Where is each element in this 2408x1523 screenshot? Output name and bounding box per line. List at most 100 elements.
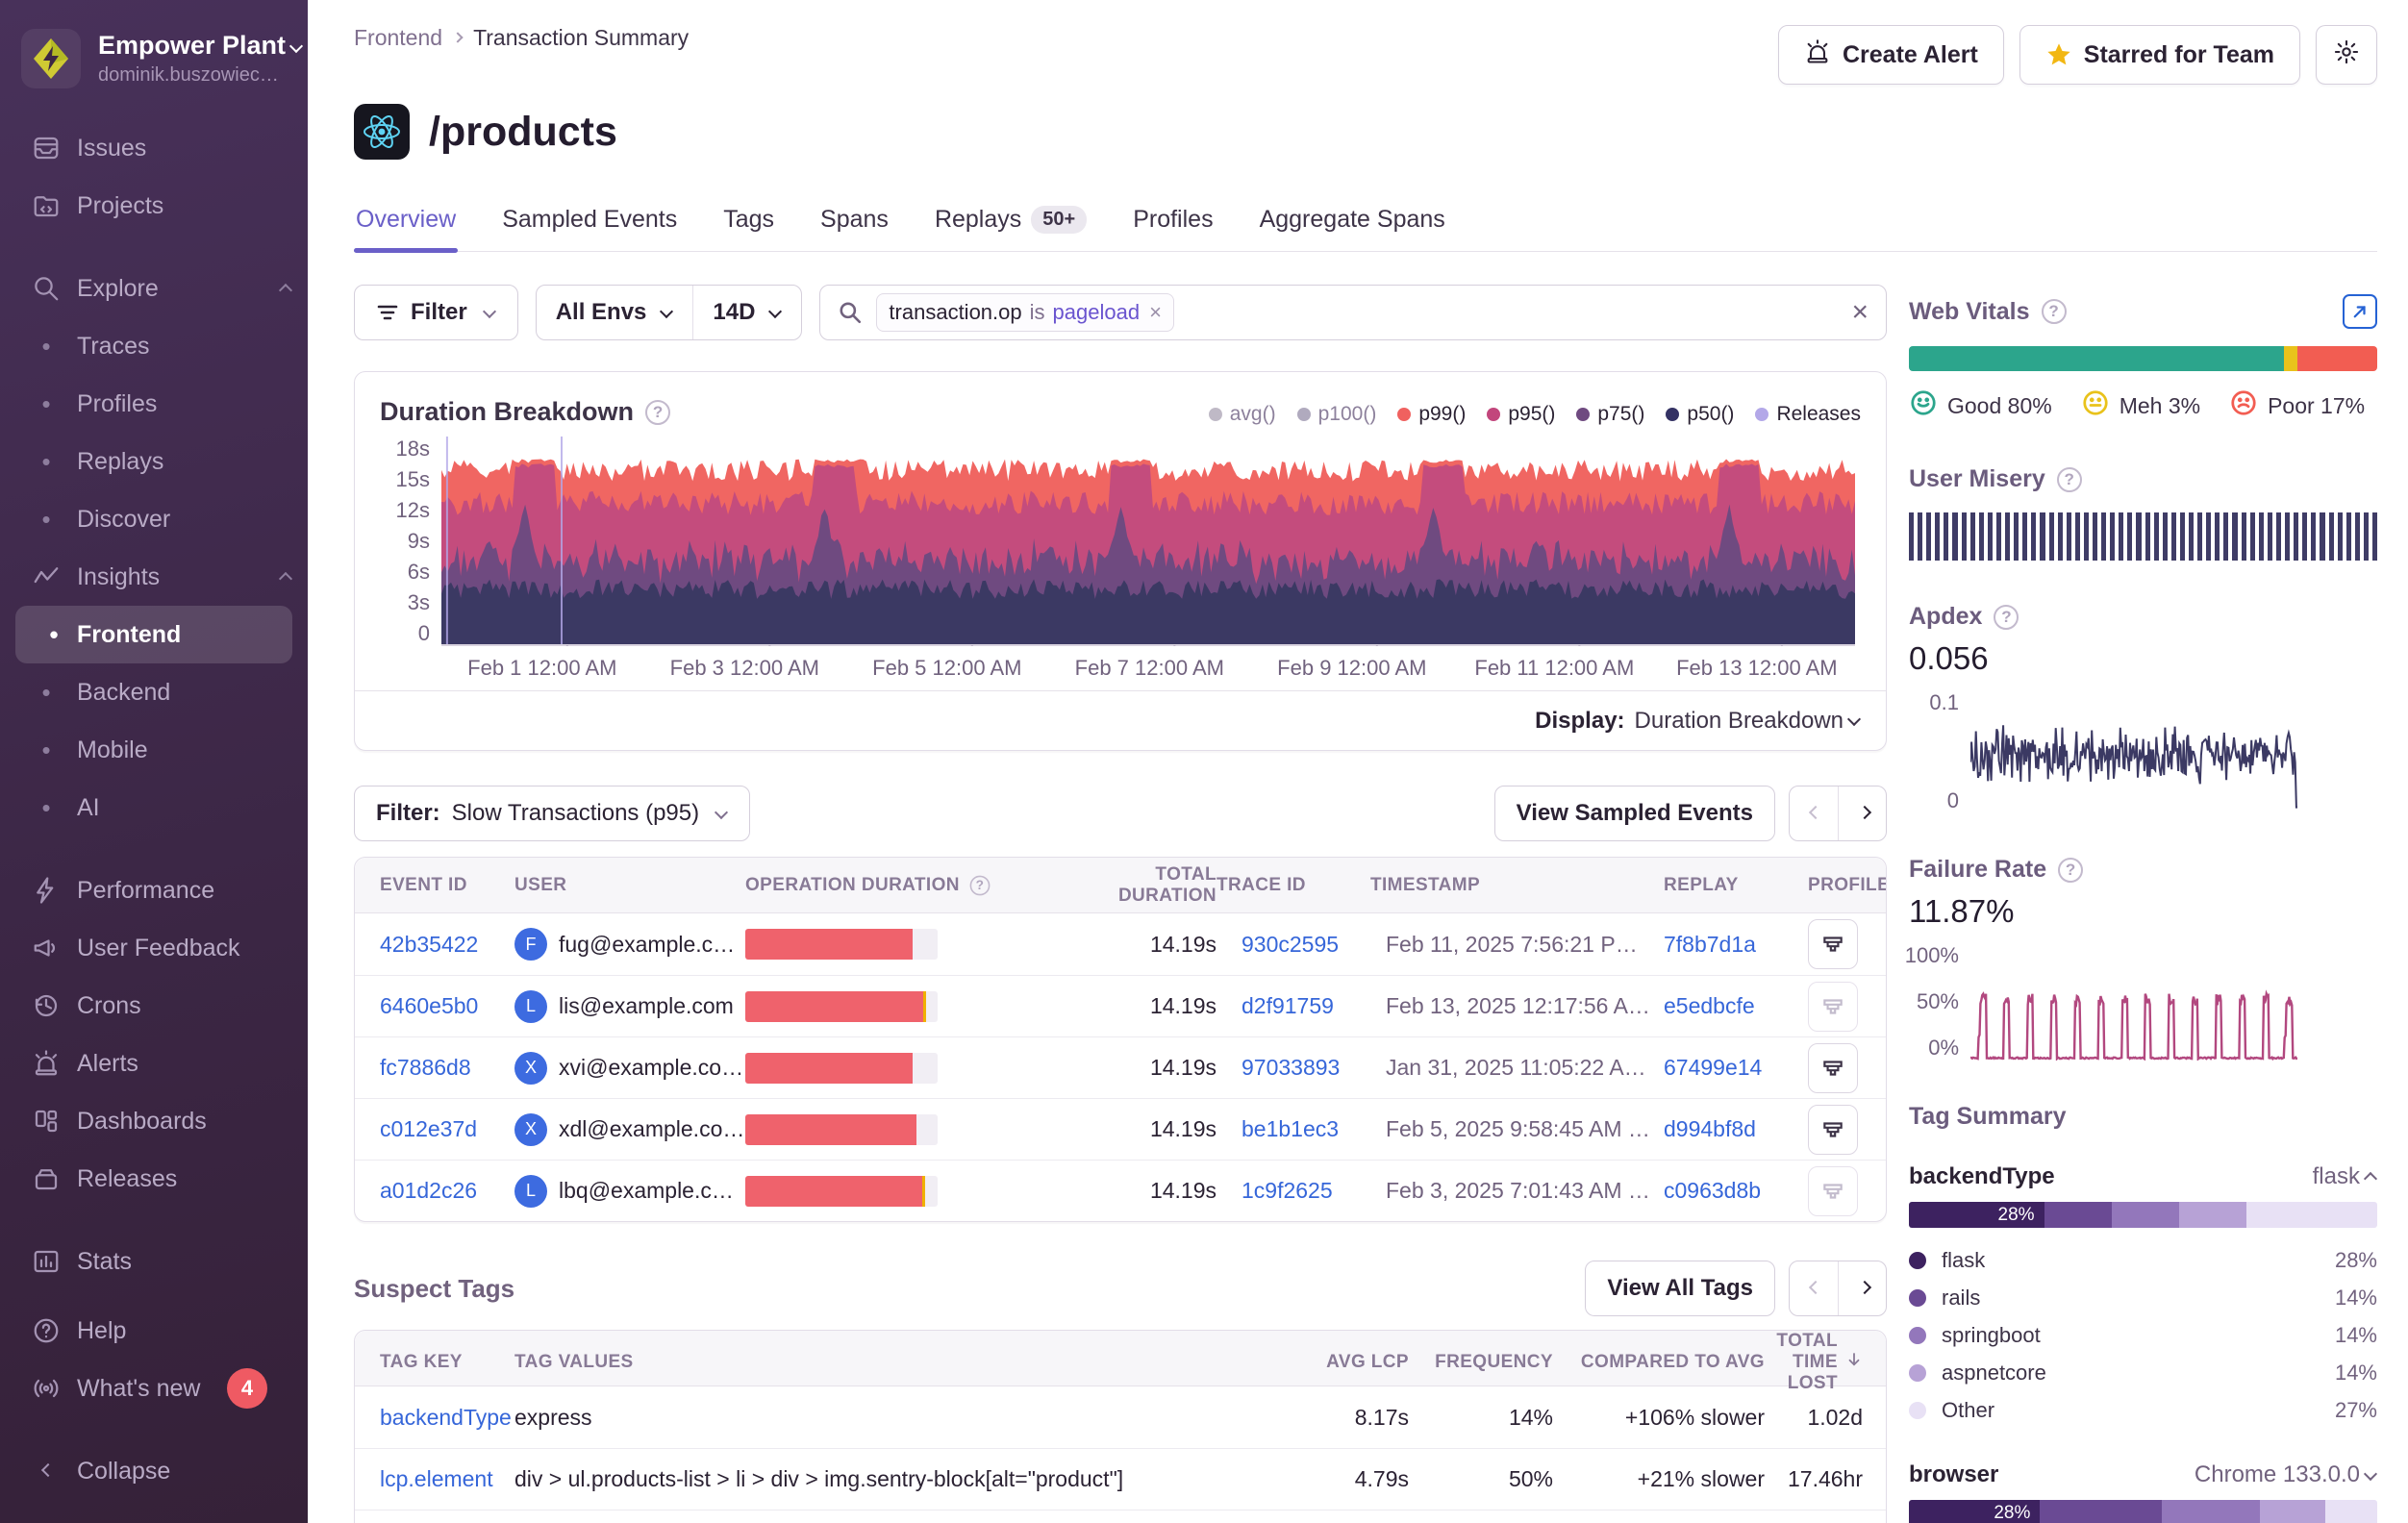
legend-item-avg[interactable]: avg(): [1209, 403, 1276, 426]
legend-item-p95[interactable]: p95(): [1487, 403, 1555, 426]
tab-sampled-events[interactable]: Sampled Events: [500, 198, 679, 251]
event-id-link[interactable]: 6460e5b0: [380, 993, 478, 1018]
sidebar-item-profiles[interactable]: •Profiles: [0, 375, 308, 433]
event-id-link[interactable]: 42b35422: [380, 932, 478, 957]
sidebar-item-dashboards[interactable]: Dashboards: [0, 1092, 308, 1150]
starred-for-team-button[interactable]: Starred for Team: [2019, 25, 2300, 85]
filter-button[interactable]: Filter: [354, 285, 518, 340]
trace-id-link[interactable]: 97033893: [1242, 1055, 1340, 1080]
help-icon[interactable]: ?: [645, 400, 670, 425]
sidebar-item-label: AI: [77, 794, 292, 822]
sidebar-item-mobile[interactable]: •Mobile: [0, 721, 308, 779]
sidebar-collapse-button[interactable]: Collapse: [0, 1442, 308, 1500]
prev-page-button[interactable]: [1790, 1261, 1838, 1315]
tab-bar: Overview Sampled Events Tags Spans Replays50…: [354, 198, 2377, 252]
tag-item[interactable]: Other27%: [1909, 1391, 2377, 1429]
sidebar-item-crons[interactable]: Crons: [0, 977, 308, 1035]
trace-id-link[interactable]: be1b1ec3: [1242, 1116, 1339, 1141]
sidebar-item-replays[interactable]: •Replays: [0, 433, 308, 490]
replay-link[interactable]: 67499e14: [1664, 1055, 1762, 1080]
tag-item[interactable]: springboot14%: [1909, 1316, 2377, 1354]
sidebar-item-user-feedback[interactable]: User Feedback: [0, 919, 308, 977]
help-icon[interactable]: ?: [2042, 299, 2067, 324]
tag-value-selector[interactable]: Chrome 133.0.0: [2195, 1461, 2377, 1488]
tag-key-link[interactable]: lcp.element: [380, 1466, 493, 1491]
legend-item-p99[interactable]: p99(): [1397, 403, 1466, 426]
legend-item-Releases[interactable]: Releases: [1755, 403, 1861, 426]
tag-item[interactable]: aspnetcore14%: [1909, 1354, 2377, 1391]
sidebar-item-backend[interactable]: •Backend: [0, 663, 308, 721]
sidebar-item-settings[interactable]: Settings: [0, 1290, 308, 1302]
sidebar-item-whats-new[interactable]: What's new4: [0, 1360, 308, 1417]
duration-chart[interactable]: [441, 437, 1855, 646]
event-id-link[interactable]: fc7886d8: [380, 1055, 471, 1080]
replay-link[interactable]: c0963d8b: [1664, 1178, 1761, 1203]
settings-button[interactable]: [2316, 25, 2377, 85]
help-icon[interactable]: ?: [2057, 467, 2082, 492]
event-id-link[interactable]: c012e37d: [380, 1116, 477, 1141]
view-all-tags-button[interactable]: View All Tags: [1585, 1261, 1775, 1316]
help-icon[interactable]: ?: [969, 875, 990, 895]
replay-link[interactable]: 7f8b7d1a: [1664, 932, 1756, 957]
tag-key-link[interactable]: backendType: [380, 1405, 512, 1430]
search-token[interactable]: transaction.op is pageload ×: [876, 293, 1174, 332]
sidebar-item-stats[interactable]: Stats: [0, 1233, 308, 1290]
sidebar-item-discover[interactable]: •Discover: [0, 490, 308, 548]
sidebar-item-performance[interactable]: Performance: [0, 861, 308, 919]
suspect-tags-table: TAG KEYTAG VALUESAVG LCPFREQUENCYCOMPARE…: [354, 1330, 1887, 1523]
date-range-selector[interactable]: 14D: [692, 286, 801, 339]
open-in-new-icon[interactable]: [2343, 294, 2377, 329]
sidebar-item-insights[interactable]: Insights: [0, 548, 308, 606]
sidebar-item-frontend[interactable]: •Frontend: [15, 606, 292, 663]
sidebar-item-traces[interactable]: •Traces: [0, 317, 308, 375]
transactions-filter-button[interactable]: Filter: Slow Transactions (p95): [354, 786, 750, 841]
tab-tags[interactable]: Tags: [721, 198, 776, 251]
column-header-total-time-lost[interactable]: TOTAL TIME LOST: [1765, 1331, 1887, 1394]
replay-link[interactable]: e5edbcfe: [1664, 993, 1755, 1018]
profile-button[interactable]: [1808, 919, 1858, 969]
token-remove-icon[interactable]: ×: [1149, 300, 1162, 325]
tab-spans[interactable]: Spans: [818, 198, 890, 251]
tab-overview[interactable]: Overview: [354, 198, 458, 251]
org-switcher[interactable]: Empower Plant dominik.buszowiec…: [0, 0, 308, 113]
sidebar-item-explore[interactable]: Explore: [0, 260, 308, 317]
sidebar-item-releases[interactable]: Releases: [0, 1150, 308, 1208]
trace-id-link[interactable]: d2f91759: [1242, 993, 1334, 1018]
tab-profiles[interactable]: Profiles: [1131, 198, 1215, 251]
next-page-button[interactable]: [1838, 1261, 1886, 1315]
tag-item[interactable]: flask28%: [1909, 1241, 2377, 1279]
help-icon[interactable]: ?: [2058, 858, 2083, 883]
profile-button[interactable]: [1808, 982, 1858, 1032]
tab-replays[interactable]: Replays50+: [933, 198, 1089, 251]
sidebar-item-issues[interactable]: Issues: [0, 119, 308, 177]
tab-aggregate-spans[interactable]: Aggregate Spans: [1258, 198, 1447, 251]
search-clear-icon[interactable]: ×: [1851, 296, 1869, 329]
tag-item[interactable]: rails14%: [1909, 1279, 2377, 1316]
trace-id-link[interactable]: 930c2595: [1242, 932, 1339, 957]
bullet-icon: •: [15, 332, 77, 362]
legend-dot-icon: [1755, 408, 1768, 421]
breadcrumb-parent[interactable]: Frontend: [354, 25, 442, 51]
sidebar-item-alerts[interactable]: Alerts: [0, 1035, 308, 1092]
tag-value-selector[interactable]: flask: [2313, 1163, 2377, 1190]
env-selector[interactable]: All Envs: [537, 286, 693, 339]
sidebar-item-ai[interactable]: •AI: [0, 779, 308, 836]
help-icon[interactable]: ?: [1994, 605, 2019, 630]
legend-item-p75[interactable]: p75(): [1576, 403, 1644, 426]
search-input[interactable]: transaction.op is pageload × ×: [819, 285, 1887, 340]
prev-page-button[interactable]: [1790, 786, 1838, 840]
view-sampled-events-button[interactable]: View Sampled Events: [1494, 786, 1775, 841]
trace-id-link[interactable]: 1c9f2625: [1242, 1178, 1333, 1203]
next-page-button[interactable]: [1838, 786, 1886, 840]
create-alert-button[interactable]: Create Alert: [1778, 25, 2004, 85]
profile-button[interactable]: [1808, 1166, 1858, 1216]
replay-link[interactable]: d994bf8d: [1664, 1116, 1756, 1141]
legend-item-p50[interactable]: p50(): [1666, 403, 1734, 426]
sidebar-item-projects[interactable]: Projects: [0, 177, 308, 235]
profile-button[interactable]: [1808, 1105, 1858, 1155]
sidebar-item-help[interactable]: Help: [0, 1302, 308, 1360]
display-selector[interactable]: Duration Breakdown: [1635, 708, 1861, 735]
legend-item-p100[interactable]: p100(): [1297, 403, 1377, 426]
event-id-link[interactable]: a01d2c26: [380, 1178, 477, 1203]
profile-button[interactable]: [1808, 1043, 1858, 1093]
